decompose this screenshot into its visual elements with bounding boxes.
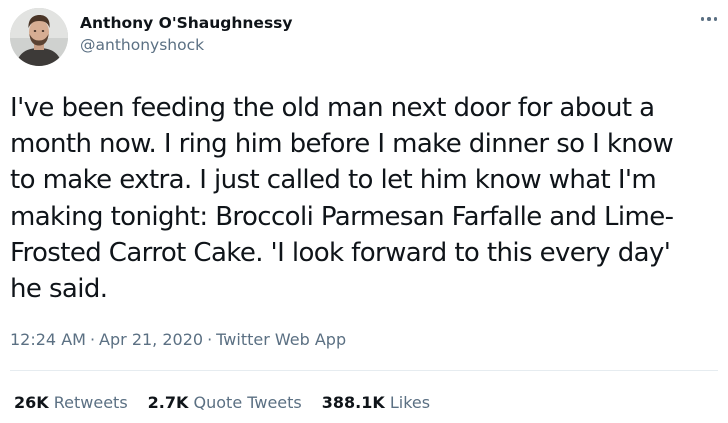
tweet-text-line: he said.	[10, 274, 108, 305]
more-options-icon[interactable]	[698, 10, 720, 28]
tweet-date: Apr 21, 2020	[99, 330, 204, 349]
quote-tweets-label: Quote Tweets	[193, 393, 302, 412]
tweet-text-line: to make extra. I just called to let him …	[10, 165, 657, 196]
author-display-name[interactable]: Anthony O'Shaughnessy	[80, 12, 293, 34]
tweet-text-line: I've been feeding the old man next door …	[10, 93, 655, 123]
retweets-count: 26K	[14, 393, 49, 412]
author-names: Anthony O'Shaughnessy @anthonyshock	[80, 12, 293, 56]
likes-count: 388.1K	[321, 393, 385, 412]
avatar[interactable]	[10, 8, 68, 66]
tweet-source-link[interactable]: Twitter Web App	[216, 330, 346, 349]
likes-stat[interactable]: 388.1K Likes	[322, 392, 430, 414]
divider	[10, 370, 718, 371]
avatar-photo-icon	[10, 8, 68, 66]
tweet-text-line: month now. I ring him before I make dinn…	[10, 129, 674, 160]
quote-tweets-stat[interactable]: 2.7K Quote Tweets	[148, 392, 302, 414]
engagement-stats: 26K Retweets 2.7K Quote Tweets 388.1K Li…	[14, 392, 430, 414]
dot	[700, 17, 705, 21]
separator: ·	[89, 330, 96, 349]
dot	[707, 17, 711, 21]
retweets-label: Retweets	[53, 393, 128, 412]
tweet-timestamp-link[interactable]: 12:24 AM · Apr 21, 2020	[10, 330, 203, 349]
tweet-meta: 12:24 AM · Apr 21, 2020 · Twitter Web App	[10, 329, 346, 351]
quote-tweets-count: 2.7K	[147, 393, 189, 412]
author-handle[interactable]: @anthonyshock	[80, 34, 293, 56]
tweet-text: I've been feeding the old man next door …	[10, 90, 718, 307]
tweet-card: Anthony O'Shaughnessy @anthonyshock I've…	[0, 0, 728, 423]
likes-label: Likes	[389, 393, 431, 412]
tweet-time: 12:24 AM	[10, 330, 86, 349]
tweet-text-line: Frosted Carrot Cake. 'I look forward to …	[10, 237, 671, 268]
dot	[713, 17, 718, 21]
separator: ·	[207, 330, 213, 349]
tweet-text-line: making tonight: Broccoli Parmesan Farfal…	[10, 201, 674, 232]
retweets-stat[interactable]: 26K Retweets	[14, 392, 128, 414]
